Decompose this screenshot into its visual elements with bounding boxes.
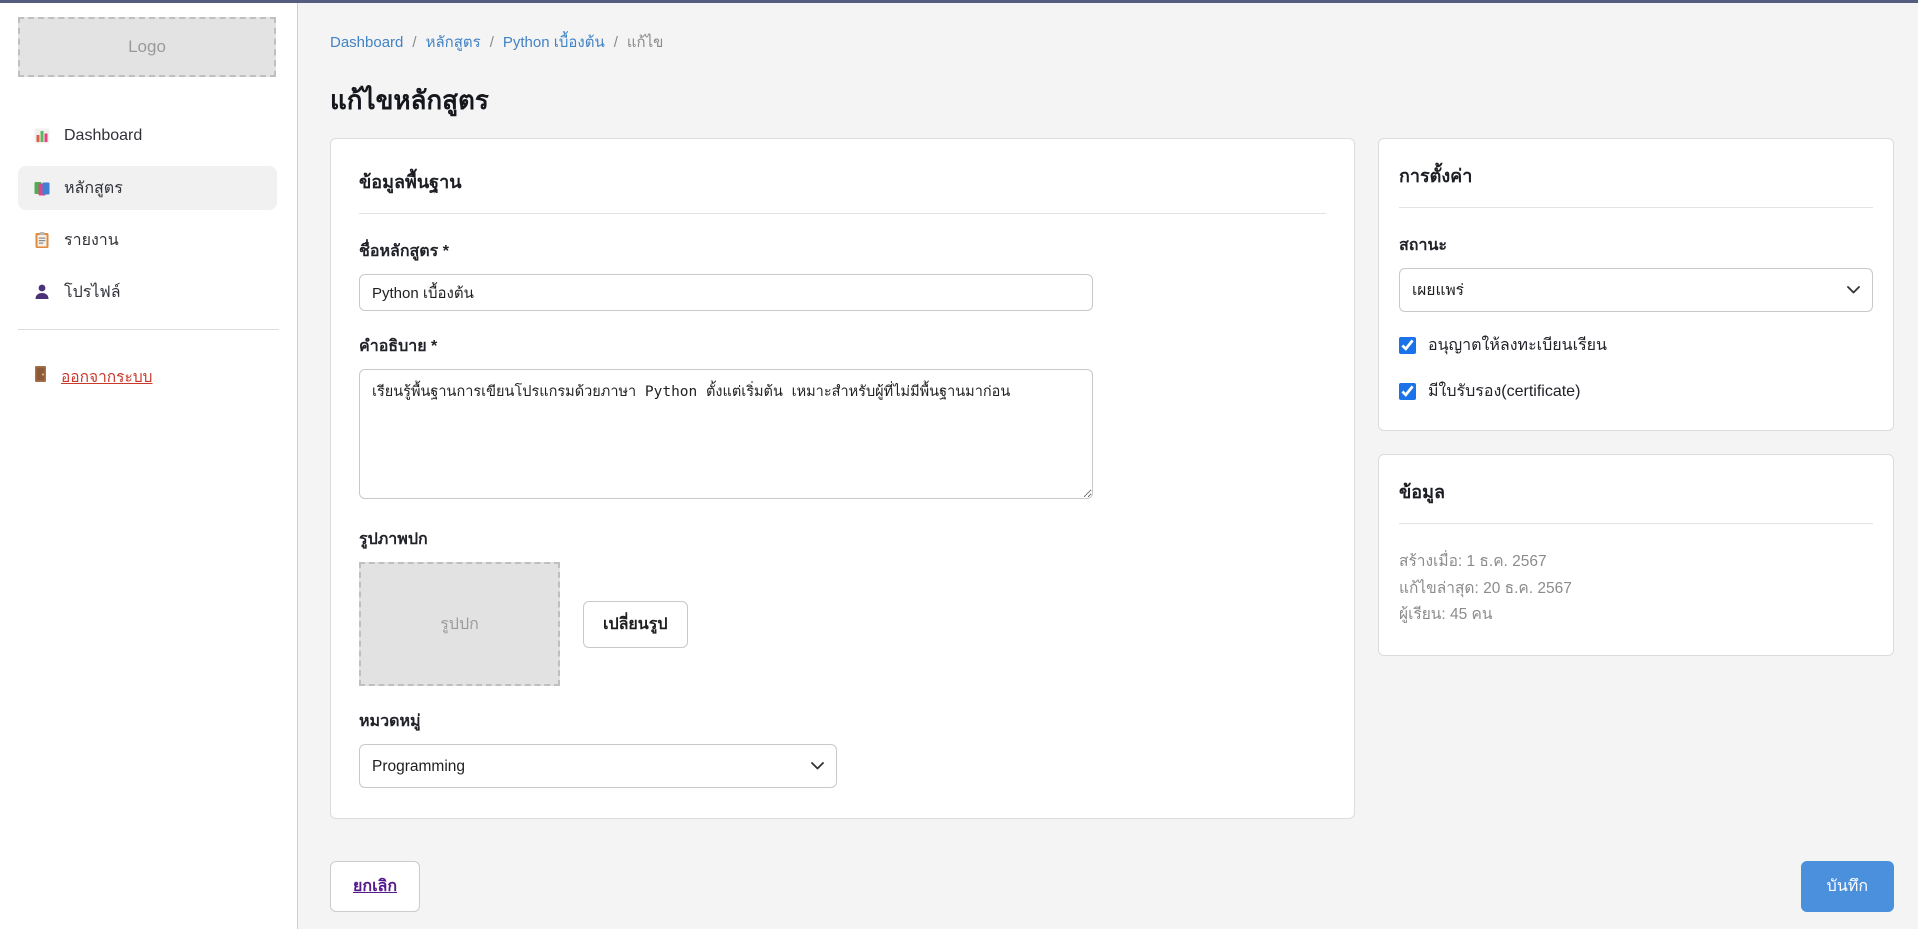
save-button[interactable]: บันทึก xyxy=(1801,861,1894,912)
status-label: สถานะ xyxy=(1399,233,1873,258)
certificate-row: มีใบรับรอง(certificate) xyxy=(1399,379,1873,404)
basic-info-card: ข้อมูลพื้นฐาน ชื่อหลักสูตร * คำอธิบาย * … xyxy=(330,138,1355,819)
breadcrumb-link-dashboard[interactable]: Dashboard xyxy=(330,34,403,51)
bar-chart-icon xyxy=(33,127,51,145)
category-group: หมวดหมู่ Programming xyxy=(359,709,1326,788)
sidebar-item-dashboard[interactable]: Dashboard xyxy=(18,114,277,158)
learner-count-text: ผู้เรียน: 45 คน xyxy=(1399,602,1873,629)
books-icon xyxy=(33,179,51,197)
description-label: คำอธิบาย * xyxy=(359,334,1326,359)
basic-info-card-title: ข้อมูลพื้นฐาน xyxy=(359,167,1326,214)
description-textarea[interactable]: เรียนรู้พื้นฐานการเขียนโปรแกรมด้วยภาษา P… xyxy=(359,369,1093,499)
sidebar-item-label: รายงาน xyxy=(64,228,119,253)
breadcrumb: Dashboard / หลักสูตร / Python เบื้องต้น … xyxy=(330,30,1894,54)
breadcrumb-current: แก้ไข xyxy=(627,30,664,54)
sidebar: Logo Dashboard หลักสูตร รายงาน xyxy=(0,3,298,929)
cover-placeholder-text: รูปปก xyxy=(440,612,479,637)
cancel-button-label: ยกเลิก xyxy=(353,878,397,895)
cover-image-label: รูปภาพปก xyxy=(359,527,1326,552)
sidebar-divider xyxy=(18,329,279,330)
course-name-group: ชื่อหลักสูตร * xyxy=(359,239,1326,311)
sidebar-item-profile[interactable]: โปรไฟล์ xyxy=(18,270,277,314)
logout-link[interactable]: ออกจากระบบ xyxy=(18,354,277,398)
allow-enrollment-label[interactable]: อนุญาตให้ลงทะเบียนเรียน xyxy=(1428,333,1607,358)
info-card-title: ข้อมูล xyxy=(1399,477,1873,524)
breadcrumb-link-courses[interactable]: หลักสูตร xyxy=(426,30,481,54)
form-actions: ยกเลิก บันทึก xyxy=(330,861,1894,912)
created-date-text: สร้างเมื่อ: 1 ธ.ค. 2567 xyxy=(1399,549,1873,576)
logout-label: ออกจากระบบ xyxy=(61,364,153,389)
settings-card: การตั้งค่า สถานะ เผยแพร่ อนุญาตให้ลงทะเบ… xyxy=(1378,138,1894,431)
door-icon xyxy=(33,365,48,388)
description-group: คำอธิบาย * เรียนรู้พื้นฐานการเขียนโปรแกร… xyxy=(359,334,1326,504)
logo: Logo xyxy=(18,17,276,77)
breadcrumb-separator: / xyxy=(614,34,618,51)
sidebar-item-label: โปรไฟล์ xyxy=(64,280,121,305)
course-name-input[interactable] xyxy=(359,274,1093,311)
category-select[interactable]: Programming xyxy=(359,744,837,788)
allow-enrollment-row: อนุญาตให้ลงทะเบียนเรียน xyxy=(1399,333,1873,358)
cover-image-placeholder: รูปปก xyxy=(359,562,560,686)
sidebar-item-courses[interactable]: หลักสูตร xyxy=(18,166,277,210)
main-content: Dashboard / หลักสูตร / Python เบื้องต้น … xyxy=(298,3,1918,929)
settings-card-title: การตั้งค่า xyxy=(1399,161,1873,208)
last-edited-text: แก้ไขล่าสุด: 20 ธ.ค. 2567 xyxy=(1399,576,1873,603)
page-title: แก้ไขหลักสูตร xyxy=(330,80,1894,121)
content-row: ข้อมูลพื้นฐาน ชื่อหลักสูตร * คำอธิบาย * … xyxy=(330,138,1894,819)
breadcrumb-separator: / xyxy=(490,34,494,51)
logo-text: Logo xyxy=(128,37,166,57)
clipboard-icon xyxy=(33,231,51,249)
cover-image-group: รูปภาพปก รูปปก เปลี่ยนรูป xyxy=(359,527,1326,686)
breadcrumb-separator: / xyxy=(412,34,416,51)
info-card: ข้อมูล สร้างเมื่อ: 1 ธ.ค. 2567 แก้ไขล่าส… xyxy=(1378,454,1894,656)
change-image-button[interactable]: เปลี่ยนรูป xyxy=(583,601,688,648)
allow-enrollment-checkbox[interactable] xyxy=(1399,337,1416,354)
cancel-button[interactable]: ยกเลิก xyxy=(330,861,420,912)
certificate-checkbox[interactable] xyxy=(1399,383,1416,400)
sidebar-item-label: Dashboard xyxy=(64,127,142,145)
sidebar-item-reports[interactable]: รายงาน xyxy=(18,218,277,262)
category-label: หมวดหมู่ xyxy=(359,709,1326,734)
breadcrumb-link-course[interactable]: Python เบื้องต้น xyxy=(503,30,605,54)
sidebar-item-label: หลักสูตร xyxy=(64,176,123,201)
person-icon xyxy=(33,283,51,301)
status-select[interactable]: เผยแพร่ xyxy=(1399,268,1873,312)
app-layout: Logo Dashboard หลักสูตร รายงาน xyxy=(0,3,1918,929)
certificate-label[interactable]: มีใบรับรอง(certificate) xyxy=(1428,379,1580,404)
side-column: การตั้งค่า สถานะ เผยแพร่ อนุญาตให้ลงทะเบ… xyxy=(1378,138,1894,656)
sidebar-nav: Dashboard หลักสูตร รายงาน โปรไฟล์ xyxy=(0,114,297,314)
course-name-label: ชื่อหลักสูตร * xyxy=(359,239,1326,264)
